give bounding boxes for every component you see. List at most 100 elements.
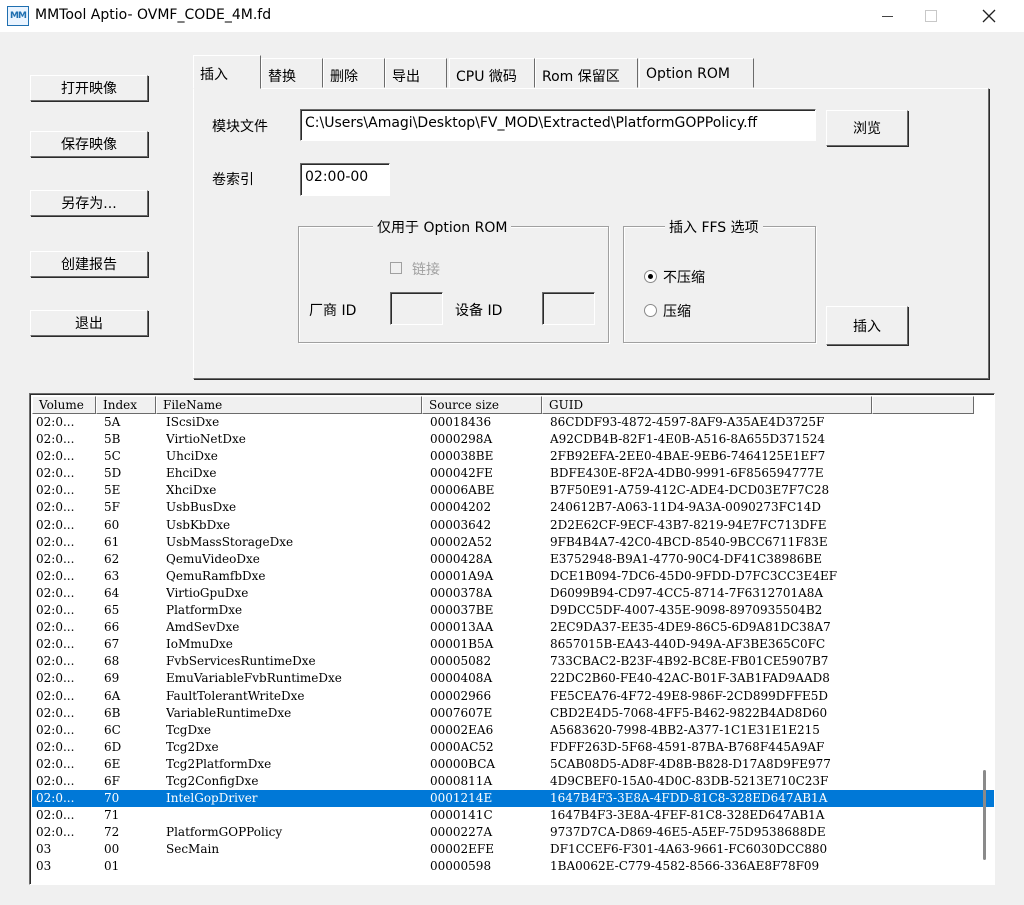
table-row[interactable]: 03 00 SecMain 00002EFE DF1CCEF6-F301-4A63-96…	[32, 841, 994, 858]
table-row[interactable]: 02:0... 5B VirtioNetDxe 0000298A A92CDB4B-82…	[32, 431, 994, 448]
table-row[interactable]: 02:0... 5C UhciDxe 000038BE 2FB92EFA-2EE0-4B…	[32, 448, 994, 465]
column-header-guid[interactable]: GUID	[542, 396, 872, 414]
mmtool-app-icon: MM	[7, 6, 29, 26]
cell-source-size: 00002966	[430, 688, 492, 703]
device-id-input[interactable]	[542, 292, 595, 325]
table-row[interactable]: 02:0... 70 IntelGopDriver 0001214E 1647B4F3-…	[32, 790, 994, 808]
link-checkbox[interactable]	[390, 262, 402, 274]
table-row[interactable]: 02:0... 62 QemuVideoDxe 0000428A E3752948-B9…	[32, 551, 994, 568]
maximize-button[interactable]	[908, 0, 954, 32]
table-row[interactable]: 02:0... 63 QemuRamfbDxe 00001A9A DCE1B094-7D…	[32, 568, 994, 585]
cell-filename: PlatformDxe	[166, 603, 243, 618]
table-row[interactable]: 02:0... 6E Tcg2PlatformDxe 00000BCA 5CAB08D5…	[32, 756, 994, 773]
table-row[interactable]: 02:0... 5F UsbBusDxe 00004202 240612B7-A063-…	[32, 499, 994, 516]
compressed-radio[interactable]	[644, 304, 657, 317]
cell-index: 61	[104, 534, 120, 549]
table-row[interactable]: 02:0... 66 AmdSevDxe 000013AA 2EC9DA37-EE35-…	[32, 619, 994, 636]
tab-export[interactable]: 导出	[385, 58, 447, 88]
cell-volume: 02:0...	[36, 791, 75, 806]
cell-index: 67	[104, 637, 120, 652]
cell-guid: 86CDDF93-4872-4597-8AF9-A35AE4D3725F	[550, 415, 825, 429]
cell-volume: 03	[36, 859, 52, 874]
ffs-options-group: 插入 FFS 选项 不压缩 压缩	[623, 217, 816, 343]
tab-rom-reserved[interactable]: Rom 保留区	[535, 58, 638, 88]
cell-filename: Tcg2PlatformDxe	[166, 756, 272, 771]
tab-cpu-microcode[interactable]: CPU 微码	[449, 58, 535, 88]
volume-index-input[interactable]: 02:00-00	[300, 163, 390, 196]
column-header-filename[interactable]: FileName	[156, 396, 422, 414]
cell-source-size: 000013AA	[430, 620, 494, 635]
table-row[interactable]: 02:0... 61 UsbMassStorageDxe 00002A52 9FB4B4…	[32, 534, 994, 551]
minimize-button[interactable]	[864, 0, 910, 32]
cell-filename: Tcg2ConfigDxe	[166, 773, 259, 788]
table-row[interactable]: 02:0... 67 IoMmuDxe 00001B5A 8657015B-EA43-4…	[32, 636, 994, 653]
compressed-label: 压缩	[663, 304, 691, 320]
cell-filename: QemuRamfbDxe	[166, 568, 266, 583]
create-report-button[interactable]: 创建报告	[30, 251, 148, 277]
column-header-volume[interactable]: Volume	[32, 396, 96, 414]
table-row[interactable]: 02:0... 65 PlatformDxe 000037BE D9DCC5DF-400…	[32, 602, 994, 619]
save-as-button[interactable]: 另存为...	[30, 190, 148, 216]
table-row[interactable]: 02:0... 68 FvbServicesRuntimeDxe 00005082 73…	[32, 653, 994, 670]
save-image-button[interactable]: 保存映像	[30, 131, 148, 157]
table-row[interactable]: 02:0... 5E XhciDxe 00006ABE B7F50E91-A759-41…	[32, 482, 994, 499]
tab-insert[interactable]: 插入	[193, 55, 261, 89]
link-label: 链接	[412, 262, 440, 278]
table-row[interactable]: 02:0... 64 VirtioGpuDxe 0000378A D6099B94-CD…	[32, 585, 994, 602]
cell-source-size: 0000141C	[430, 808, 493, 823]
exit-button[interactable]: 退出	[30, 310, 148, 336]
insert-button[interactable]: 插入	[826, 306, 908, 345]
cell-volume: 02:0...	[36, 756, 75, 771]
cell-source-size: 00005082	[430, 654, 492, 669]
table-row[interactable]: 02:0... 60 UsbKbDxe 00003642 2D2E62CF-9ECF-4…	[32, 517, 994, 534]
browse-button[interactable]: 浏览	[826, 110, 908, 146]
module-list[interactable]: Volume Index FileName Source size GUID 0…	[29, 393, 995, 885]
table-row[interactable]: 02:0... 6C TcgDxe 00002EA6 A5683620-7998-4BB…	[32, 722, 994, 739]
cell-index: 6B	[104, 705, 121, 720]
table-row[interactable]: 02:0... 71 0000141C 1647B4F3-3E8A-4FEF-81C8…	[32, 807, 994, 824]
cell-volume: 02:0...	[36, 722, 75, 737]
device-id-label: 设备 ID	[455, 303, 503, 319]
close-icon	[982, 9, 996, 23]
cell-volume: 02:0...	[36, 449, 75, 464]
cell-volume: 02:0...	[36, 466, 75, 481]
close-button[interactable]	[966, 0, 1012, 32]
open-image-button[interactable]: 打开映像	[30, 75, 148, 101]
cell-index: 5A	[104, 415, 121, 429]
table-row[interactable]: 02:0... 6F Tcg2ConfigDxe 0000811A 4D9CBEF0-1…	[32, 773, 994, 790]
cell-guid: 2FB92EFA-2EE0-4BAE-9EB6-7464125E1EF7	[550, 449, 826, 464]
cell-guid: 4D9CBEF0-15A0-4D0C-83DB-5213E710C23F	[550, 773, 829, 788]
volume-index-label: 卷索引	[212, 172, 254, 188]
tab-delete[interactable]: 删除	[323, 58, 385, 88]
table-row[interactable]: 03 01 00000598 1BA0062E-C779-4582-8566-336A…	[32, 858, 994, 875]
vendor-id-input[interactable]	[390, 292, 443, 325]
column-header-source-size[interactable]: Source size	[422, 396, 542, 414]
uncompressed-label: 不压缩	[663, 270, 705, 286]
list-scrollbar-thumb[interactable]	[983, 770, 986, 860]
table-row[interactable]: 02:0... 5D EhciDxe 000042FE BDFE430E-8F2A-4D…	[32, 465, 994, 482]
cell-guid: 22DC2B60-FE40-42AC-B01F-3AB1FAD9AAD8	[550, 671, 830, 686]
cell-guid: 9737D7CA-D869-46E5-A5EF-75D9538688DE	[550, 825, 826, 840]
cell-guid: 8657015B-EA43-440D-949A-AF3BE365C0FC	[550, 637, 826, 652]
cell-index: 5C	[104, 449, 121, 464]
cell-filename: UsbKbDxe	[166, 517, 231, 532]
cell-volume: 02:0...	[36, 688, 75, 703]
table-row[interactable]: 02:0... 5A IScsiDxe 00018436 86CDDF93-4872-4…	[32, 414, 994, 431]
table-row[interactable]: 02:0... 6B VariableRuntimeDxe 0007607E CBD2E…	[32, 705, 994, 722]
table-row[interactable]: 02:0... 6D Tcg2Dxe 0000AC52 FDFF263D-5F68-45…	[32, 739, 994, 756]
column-header-index[interactable]: Index	[96, 396, 156, 414]
tab-replace[interactable]: 替换	[261, 58, 323, 88]
module-file-input[interactable]: C:\Users\Amagi\Desktop\FV_MOD\Extracted\…	[300, 109, 816, 141]
table-row[interactable]: 02:0... 69 EmuVariableFvbRuntimeDxe 0000408…	[32, 670, 994, 687]
tab-option-rom[interactable]: Option ROM	[639, 58, 754, 88]
table-row[interactable]: 02:0... 72 PlatformGOPPolicy 0000227A 9737D7…	[32, 824, 994, 841]
cell-index: 5F	[104, 500, 120, 515]
cell-index: 64	[104, 585, 120, 600]
cell-filename: XhciDxe	[166, 483, 217, 498]
cell-guid: A92CDB4B-82F1-4E0B-A516-8A655D371524	[550, 432, 825, 447]
cell-source-size: 0000298A	[430, 432, 493, 447]
cell-filename: VirtioGpuDxe	[166, 585, 249, 600]
cell-filename: FvbServicesRuntimeDxe	[166, 654, 316, 669]
table-row[interactable]: 02:0... 6A FaultTolerantWriteDxe 00002966 FE…	[32, 688, 994, 705]
uncompressed-radio[interactable]	[644, 270, 657, 283]
